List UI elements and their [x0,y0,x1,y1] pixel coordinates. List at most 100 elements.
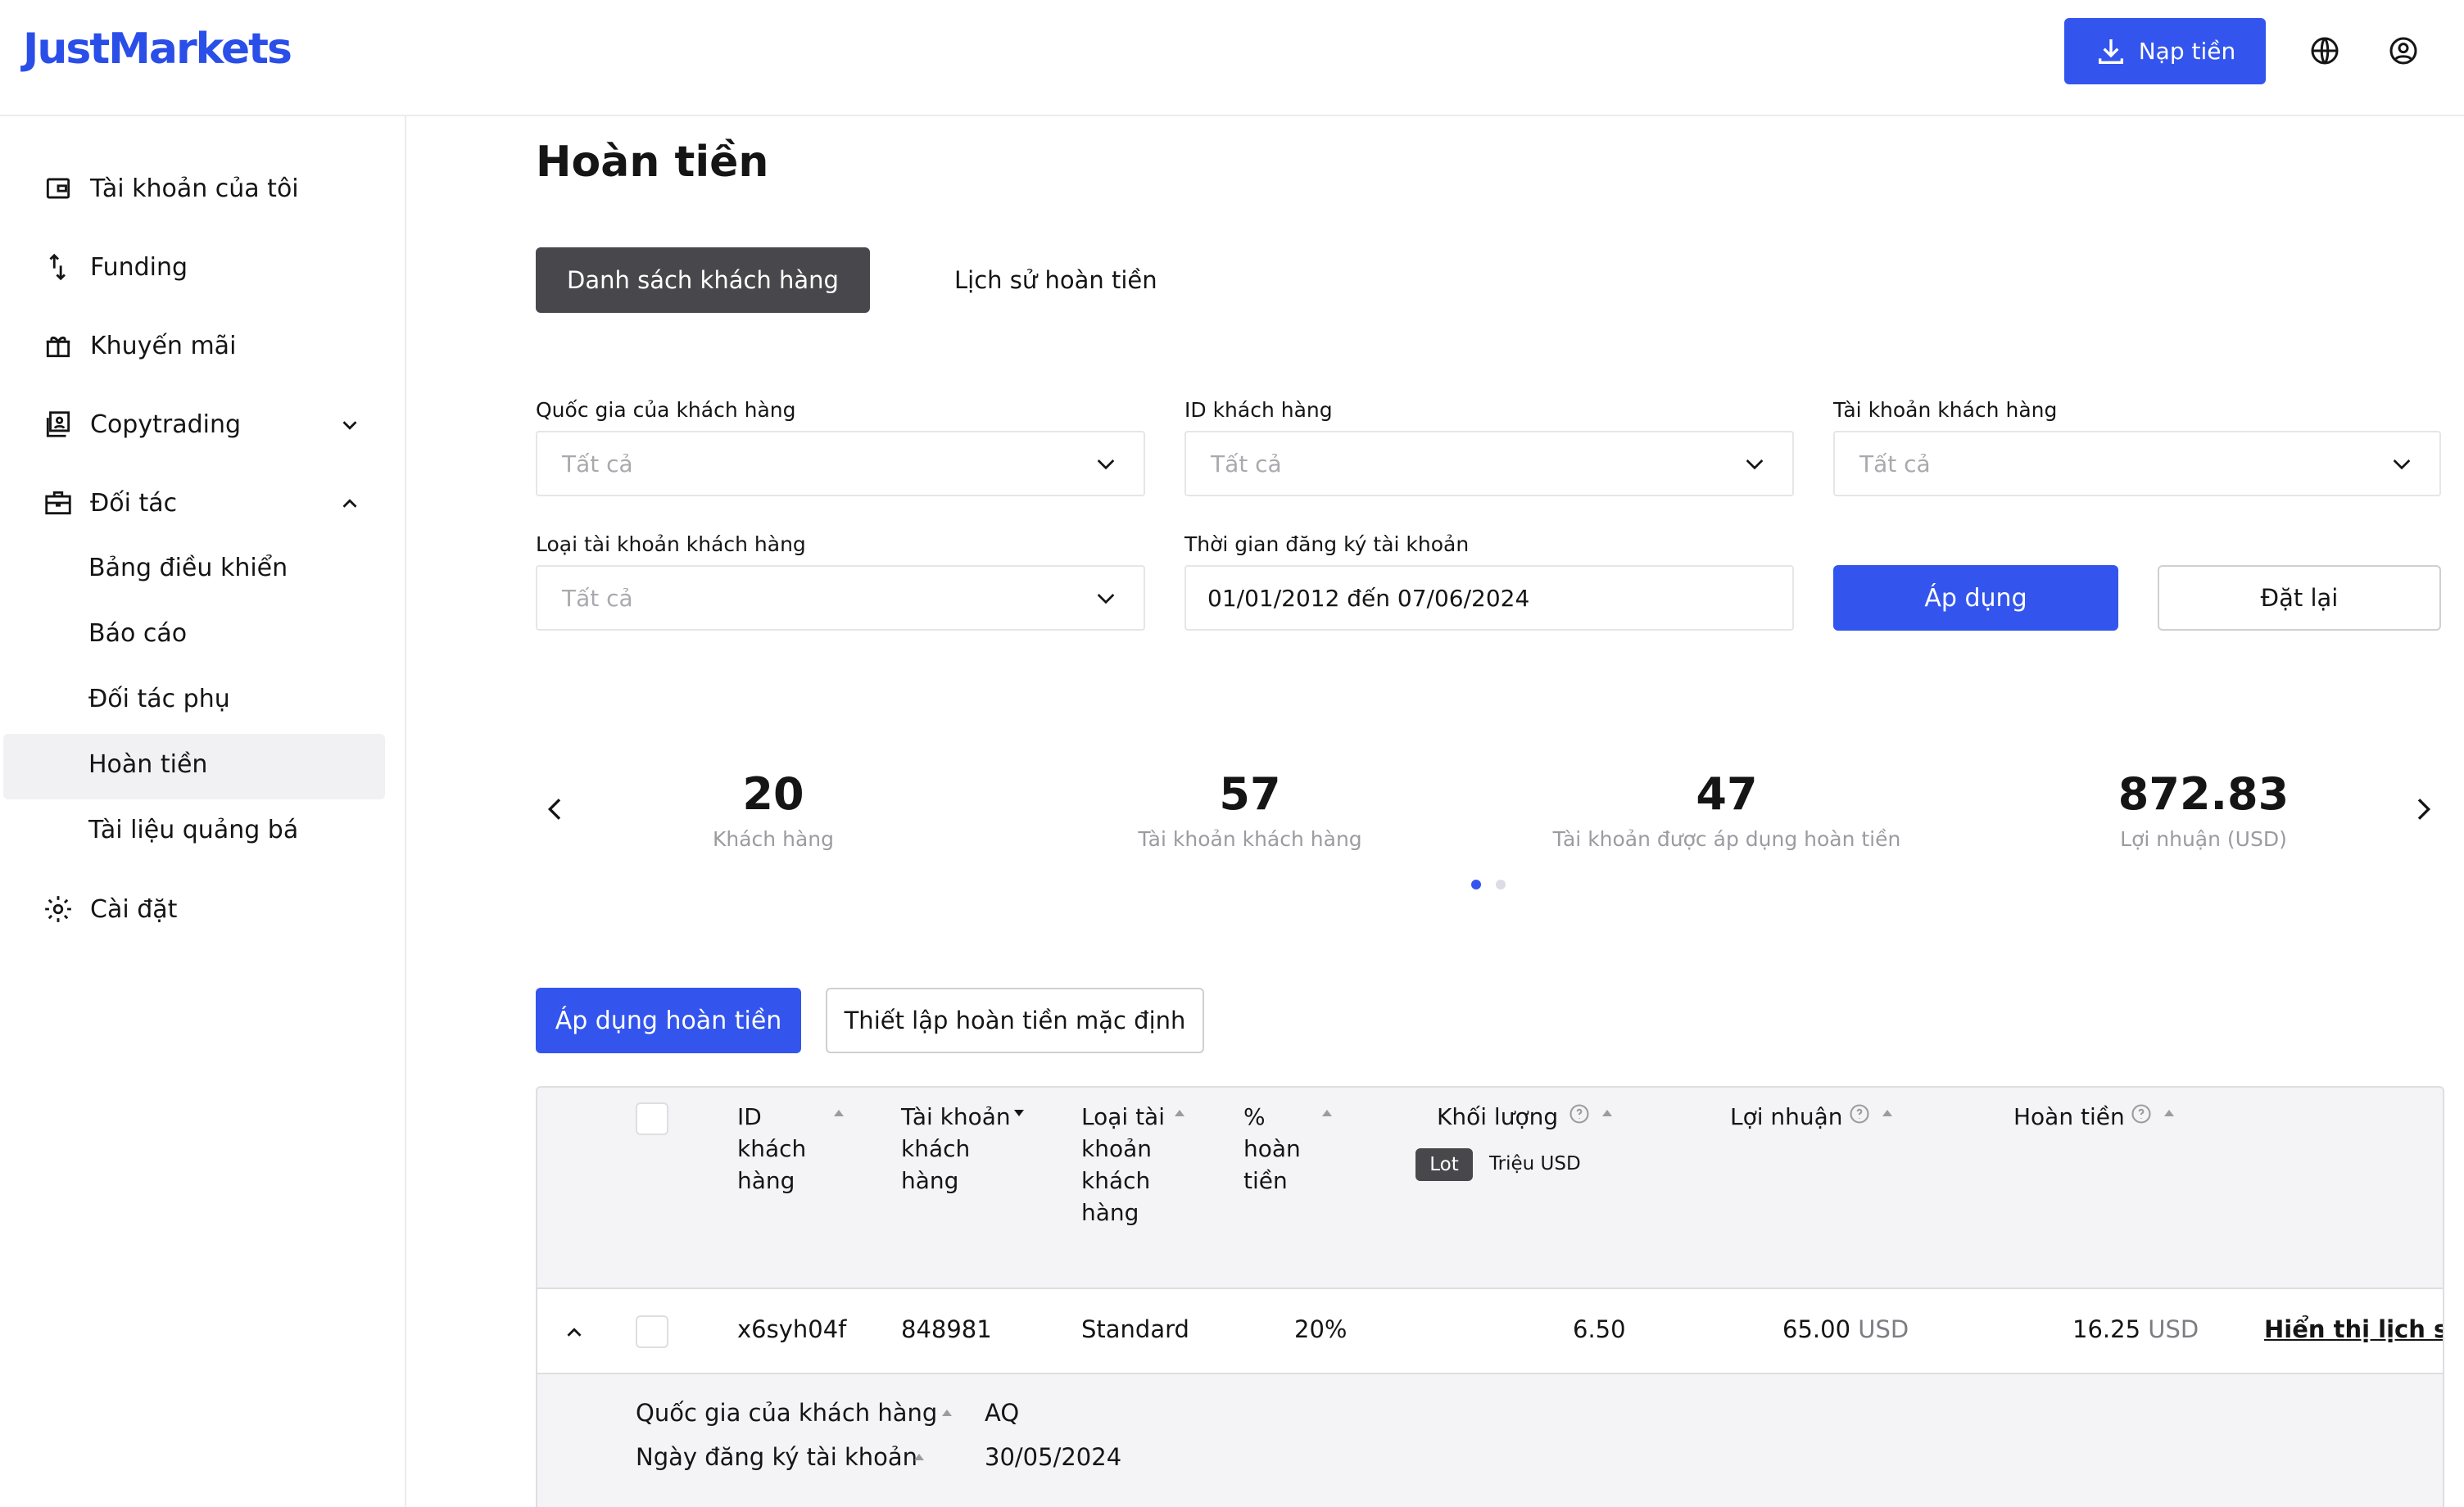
logo[interactable]: JustMarkets [23,25,292,74]
stat-client-accounts-value: 57 [1219,768,1281,820]
deposit-button[interactable]: Nạp tiền [2064,18,2266,84]
chevron-right-icon[interactable] [2407,793,2439,826]
cell-client-id: x6syh04f [737,1315,847,1343]
sidebar-subitem-promo-materials[interactable]: Tài liệu quảng bá [88,816,298,844]
account-type-select[interactable]: Tất cả [536,565,1145,631]
sidebar-item-label: Đối tác [90,488,178,518]
header-profit[interactable]: Lợi nhuận [1730,1101,1843,1133]
show-history-link[interactable]: Hiển thị lịch sử h [2264,1315,2443,1343]
sort-asc-icon[interactable] [1171,1107,1188,1119]
account-type-select-value: Tất cả [562,584,633,612]
volume-unit-lot-toggle[interactable]: Lot [1415,1148,1473,1181]
apply-rebate-button[interactable]: Áp dụng hoàn tiền [536,988,801,1053]
detail-country-label: Quốc gia của khách hàng [636,1399,938,1427]
header-account-type[interactable]: Loại tài khoản khách hàng [1081,1101,1171,1229]
sort-desc-icon[interactable] [1011,1107,1027,1119]
country-select[interactable]: Tất cả [536,431,1145,496]
account-type-filter-label: Loại tài khoản khách hàng [536,532,806,556]
client-account-filter-label: Tài khoản khách hàng [1833,398,2058,422]
info-icon[interactable] [1568,1102,1591,1125]
carousel-dot-active[interactable] [1471,880,1481,889]
country-filter-label: Quốc gia của khách hàng [536,398,796,422]
cell-client-account: 848981 [901,1315,992,1343]
cell-rebate-percent: 20% [1294,1315,1348,1343]
client-id-filter-label: ID khách hàng [1184,398,1333,422]
client-account-select[interactable]: Tất cả [1833,431,2441,496]
cell-volume: 6.50 [1573,1315,1626,1343]
table-row[interactable]: x6syh04f 848981 Standard 20% 6.50 65.00 … [537,1288,2443,1374]
sidebar-subitem-reports[interactable]: Báo cáo [88,619,187,648]
rebate-amount: 16.25 [2072,1315,2141,1343]
sidebar-item-funding[interactable]: Funding [43,251,188,283]
sidebar-item-promotions[interactable]: Khuyến mãi [43,330,236,361]
user-profile-icon[interactable] [2384,31,2423,70]
tab-client-list[interactable]: Danh sách khách hàng [536,247,870,313]
country-select-value: Tất cả [562,450,633,477]
sidebar-subitem-dashboard[interactable]: Bảng điều khiển [88,554,288,582]
stat-rebate-accounts-value: 47 [1696,768,1758,820]
carousel-dot[interactable] [1496,880,1506,889]
reg-period-input[interactable]: 01/01/2012 đến 07/06/2024 [1184,565,1794,631]
header-client-id[interactable]: ID khách hàng [737,1101,827,1197]
cell-profit: 65.00 USD [1782,1315,1909,1343]
header-volume[interactable]: Khối lượng [1437,1101,1558,1133]
sidebar-item-partner[interactable]: Đối tác [43,487,177,518]
sidebar-item-settings[interactable]: Cài đặt [43,894,177,925]
cell-account-type: Standard [1081,1315,1189,1343]
sidebar-item-copytrading[interactable]: Copytrading [43,409,241,440]
sidebar-item-label: Khuyến mãi [90,331,237,360]
info-icon[interactable] [1848,1102,1871,1125]
detail-country-value: AQ [985,1399,1020,1427]
sort-asc-icon[interactable] [2161,1107,2177,1119]
briefcase-icon [45,491,71,515]
gift-icon [46,336,70,358]
apply-filter-button[interactable]: Áp dụng [1833,565,2118,631]
info-icon[interactable] [2130,1102,2153,1125]
sort-asc-icon [914,1454,924,1460]
client-id-select-value: Tất cả [1211,450,1282,477]
funding-arrows-icon [49,253,66,281]
client-account-select-value: Tất cả [1859,450,1931,477]
volume-unit-musd-toggle[interactable]: Triệu USD [1489,1153,1581,1174]
profit-unit: USD [1858,1315,1909,1343]
header-rebate[interactable]: Hoàn tiền [2013,1101,2125,1133]
clients-table: ID khách hàng Tài khoản khách hàng Loại … [536,1086,2444,1507]
cell-rebate: 16.25 USD [2072,1315,2199,1343]
page-title: Hoàn tiền [536,138,769,187]
sort-asc-icon[interactable] [1599,1107,1615,1119]
sidebar-item-label: Funding [90,252,188,282]
select-all-checkbox[interactable] [636,1102,668,1135]
reset-filter-button[interactable]: Đặt lại [2158,565,2441,631]
tab-rebate-history[interactable]: Lịch sử hoàn tiền [954,247,1157,313]
stat-profit-label: Lợi nhuận (USD) [2120,827,2287,851]
sort-asc-icon [942,1410,952,1416]
copytrading-icon [46,411,70,437]
chevron-down-icon [1097,594,1115,604]
sort-asc-icon[interactable] [1319,1107,1335,1119]
client-id-select[interactable]: Tất cả [1184,431,1794,496]
detail-reg-date-label: Ngày đăng ký tài khoản [636,1443,918,1471]
default-rebate-button[interactable]: Thiết lập hoàn tiền mặc định [826,988,1204,1053]
chevron-down-icon[interactable] [337,413,362,437]
sidebar [0,116,406,1507]
reg-period-filter-label: Thời gian đăng ký tài khoản [1184,532,1470,556]
chevron-up-icon[interactable] [562,1320,587,1345]
globe-icon[interactable] [2305,31,2344,70]
sort-asc-icon[interactable] [1879,1107,1896,1119]
row-checkbox[interactable] [636,1315,668,1348]
chevron-up-icon[interactable] [337,491,362,516]
header-client-account[interactable]: Tài khoản khách hàng [901,1101,1016,1197]
sidebar-item-my-account[interactable]: Tài khoản của tôi [43,173,299,204]
sidebar-subitem-sub-partners[interactable]: Đối tác phụ [88,685,230,713]
wallet-icon [46,178,70,199]
download-icon [2098,38,2123,64]
chevron-down-icon [1746,459,1764,470]
stat-clients-label: Khách hàng [713,827,834,851]
sidebar-subitem-rebate[interactable]: Hoàn tiền [88,750,207,779]
header-rebate-percent[interactable]: % hoàn tiền [1243,1101,1317,1197]
stat-rebate-accounts-label: Tài khoản được áp dụng hoàn tiền [1552,827,1901,851]
stat-profit-value: 872.83 [2118,768,2290,820]
chevron-down-icon [1097,459,1115,470]
sort-asc-icon[interactable] [831,1107,847,1119]
detail-reg-date-value: 30/05/2024 [985,1443,1122,1471]
